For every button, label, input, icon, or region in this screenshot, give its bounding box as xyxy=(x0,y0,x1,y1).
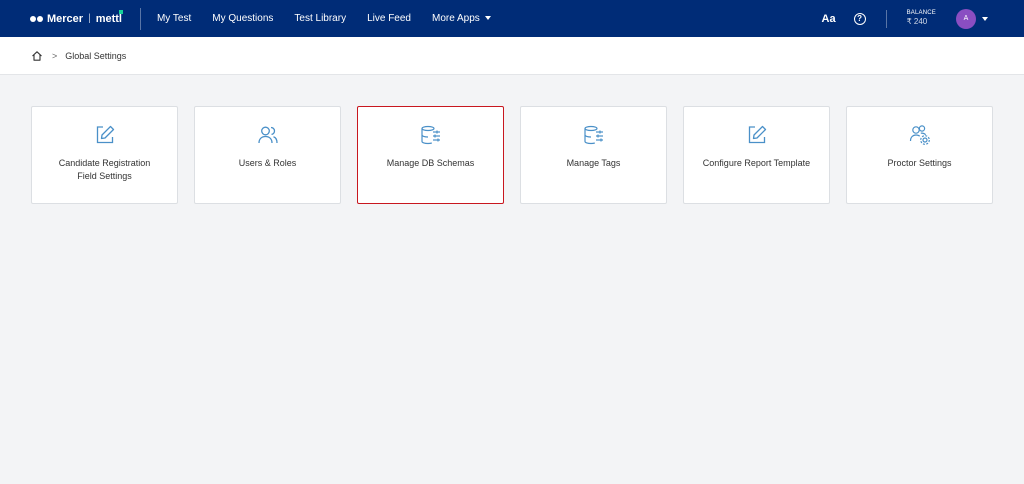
main-nav: My Test My Questions Test Library Live F… xyxy=(157,0,512,37)
settings-cards: Candidate Registration Field Settings Use… xyxy=(31,106,993,204)
card-label-line1: Candidate Registration xyxy=(58,158,151,168)
nav-more-apps-label: More Apps xyxy=(432,13,480,24)
home-icon[interactable] xyxy=(31,50,43,62)
users-gear-icon xyxy=(908,123,932,147)
avatar[interactable]: A xyxy=(956,8,976,29)
card-manage-tags[interactable]: Manage Tags xyxy=(520,106,667,204)
database-settings-icon xyxy=(582,123,606,147)
users-icon xyxy=(256,123,280,147)
edit-icon xyxy=(745,123,769,147)
brand-logo[interactable]: Mercer | mettl xyxy=(0,0,124,37)
balance-display: BALANCE ₹ 240 xyxy=(907,10,936,27)
card-configure-report-template[interactable]: Configure Report Template xyxy=(683,106,830,204)
card-proctor-settings[interactable]: Proctor Settings xyxy=(846,106,993,204)
nav-my-test[interactable]: My Test xyxy=(157,13,191,24)
card-label: Manage DB Schemas xyxy=(386,158,475,168)
tools-divider xyxy=(885,9,887,28)
card-label: Candidate Registration Field Settings xyxy=(45,157,165,183)
header-tools: Aa ? BALANCE ₹ 240 A xyxy=(822,0,1024,37)
edit-icon xyxy=(93,123,117,147)
card-manage-db-schemas[interactable]: Manage DB Schemas xyxy=(357,106,504,204)
nav-test-library[interactable]: Test Library xyxy=(294,13,346,24)
top-navigation-bar: Mercer | mettl My Test My Questions Test… xyxy=(0,0,1024,37)
nav-divider xyxy=(139,7,141,30)
balance-value: ₹ 240 xyxy=(906,17,928,27)
chevron-down-icon xyxy=(484,16,491,21)
card-label: Proctor Settings xyxy=(887,158,952,168)
card-label: Manage Tags xyxy=(566,158,621,168)
card-label: Configure Report Template xyxy=(702,158,811,168)
help-icon[interactable]: ? xyxy=(853,12,866,25)
card-users-roles[interactable]: Users & Roles xyxy=(194,106,341,204)
breadcrumb-separator: > xyxy=(52,50,58,61)
font-size-icon[interactable]: Aa xyxy=(822,13,836,25)
brand-mercer-text: Mercer xyxy=(47,12,84,25)
avatar-chevron-down-icon[interactable] xyxy=(982,16,988,21)
nav-my-questions[interactable]: My Questions xyxy=(212,13,273,24)
breadcrumb-current: Global Settings xyxy=(65,50,127,61)
nav-more-apps[interactable]: More Apps xyxy=(432,13,491,24)
database-settings-icon xyxy=(419,123,443,147)
brand-mettl-text: mettl xyxy=(95,9,124,25)
mercer-logo-icon xyxy=(30,15,43,22)
card-label: Users & Roles xyxy=(238,158,297,168)
card-candidate-registration[interactable]: Candidate Registration Field Settings xyxy=(31,106,178,204)
card-label-line2: Field Settings xyxy=(77,171,132,181)
breadcrumb: > Global Settings xyxy=(0,37,1024,75)
balance-label: BALANCE xyxy=(906,10,936,17)
nav-live-feed[interactable]: Live Feed xyxy=(367,13,411,24)
brand-separator: | xyxy=(88,13,91,24)
